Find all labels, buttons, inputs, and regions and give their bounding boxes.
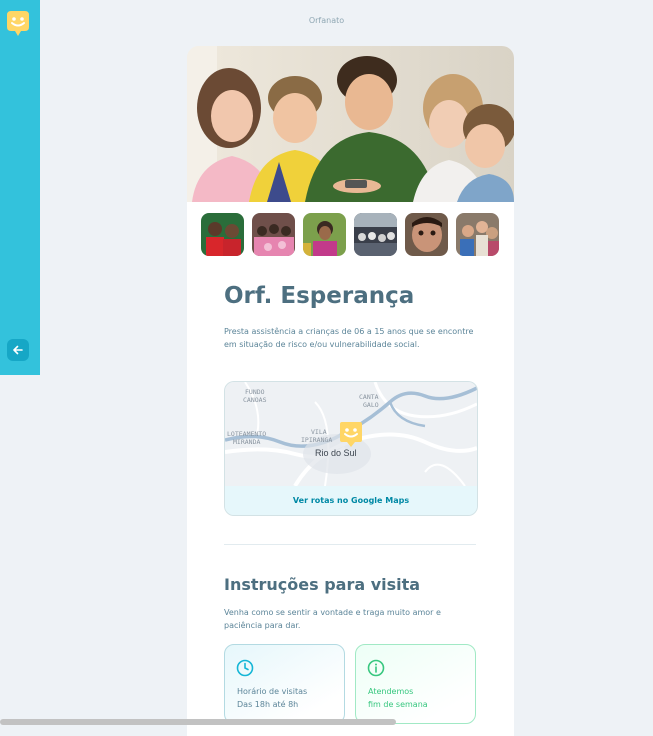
clock-icon [236,659,254,677]
map-label-canta-galo-2: GALO [363,401,379,409]
back-button[interactable] [7,339,29,361]
orphanage-name: Orf. Esperança [224,283,415,309]
map[interactable]: FUNDO CANOAS CANTA GALO LOTEAMENTO MIRAN… [225,382,477,488]
gallery-thumb[interactable] [354,213,397,256]
gallery-thumb[interactable] [252,213,295,256]
photo-gallery [201,213,499,256]
page-title: Orfanato [308,16,345,25]
gallery-thumb[interactable] [456,213,499,256]
horizontal-scrollbar[interactable] [0,719,396,725]
weekend-value: fim de semana [368,700,428,709]
map-label-fundo-canoas-2: CANOAS [243,396,267,404]
sidebar [0,0,40,375]
hero-photo [187,46,514,202]
orphanage-details-card: Orf. Esperança Presta assistência a cria… [187,46,514,736]
map-label-fundo-canoas: FUNDO [245,388,265,396]
gallery-thumb[interactable] [405,213,448,256]
orphanage-about: Presta assistência a crianças de 06 a 15… [224,327,474,349]
map-label-city: Rio do Sul [315,448,357,458]
google-maps-link[interactable]: Ver rotas no Google Maps [225,486,477,515]
visit-hours-label: Horário de visitas [237,687,308,696]
weekend-label: Atendemos [368,687,414,696]
visit-hours-card: Horário de visitas Das 18h até 8h [224,644,345,724]
gallery-thumb[interactable] [201,213,244,256]
instructions-text: Venha como se sentir a vontade e traga m… [224,608,441,630]
map-label-ipiranga: IPIRANGA [301,436,332,444]
gallery-thumb[interactable] [303,213,346,256]
visit-hours-value: Das 18h até 8h [237,700,299,709]
arrow-left-icon [13,345,23,355]
map-label-loteamento: LOTEAMENTO [227,430,266,438]
instructions-title: Instruções para visita [224,575,421,594]
map-label-miranda: MIRANDA [233,438,260,446]
weekend-card: Atendemos fim de semana [355,644,476,724]
divider [224,544,476,545]
map-card: FUNDO CANOAS CANTA GALO LOTEAMENTO MIRAN… [224,381,478,516]
map-label-canta-galo: CANTA [359,393,379,401]
info-icon [367,659,385,677]
map-label-vila: VILA [311,428,327,436]
